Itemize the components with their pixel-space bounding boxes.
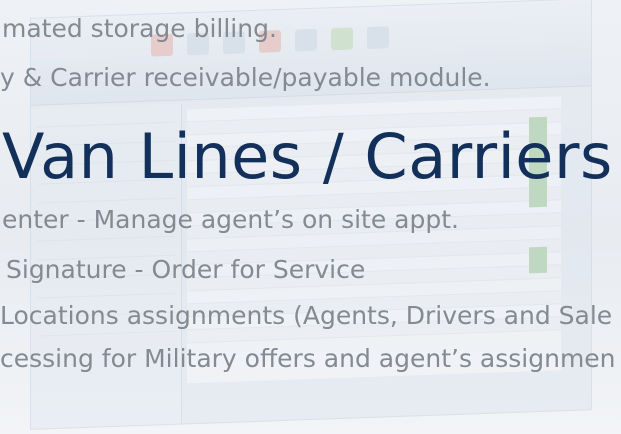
feature-list-overlay: mated storage billing. y & Carrier recei…	[0, 0, 621, 434]
feature-line-agent-appointments: enter - Manage agent’s on site appt.	[2, 205, 459, 234]
feature-line-signature-order: Signature - Order for Service	[6, 255, 366, 284]
feature-line-locations-assignments: Locations assignments (Agents, Drivers a…	[0, 301, 613, 330]
headline-van-lines-carriers: Van Lines / Carriers	[2, 120, 613, 193]
feature-line-receivable-payable: y & Carrier receivable/payable module.	[0, 63, 491, 92]
feature-line-military-offers: cessing for Military offers and agent’s …	[0, 344, 616, 373]
feature-line-storage-billing: mated storage billing.	[2, 14, 277, 43]
